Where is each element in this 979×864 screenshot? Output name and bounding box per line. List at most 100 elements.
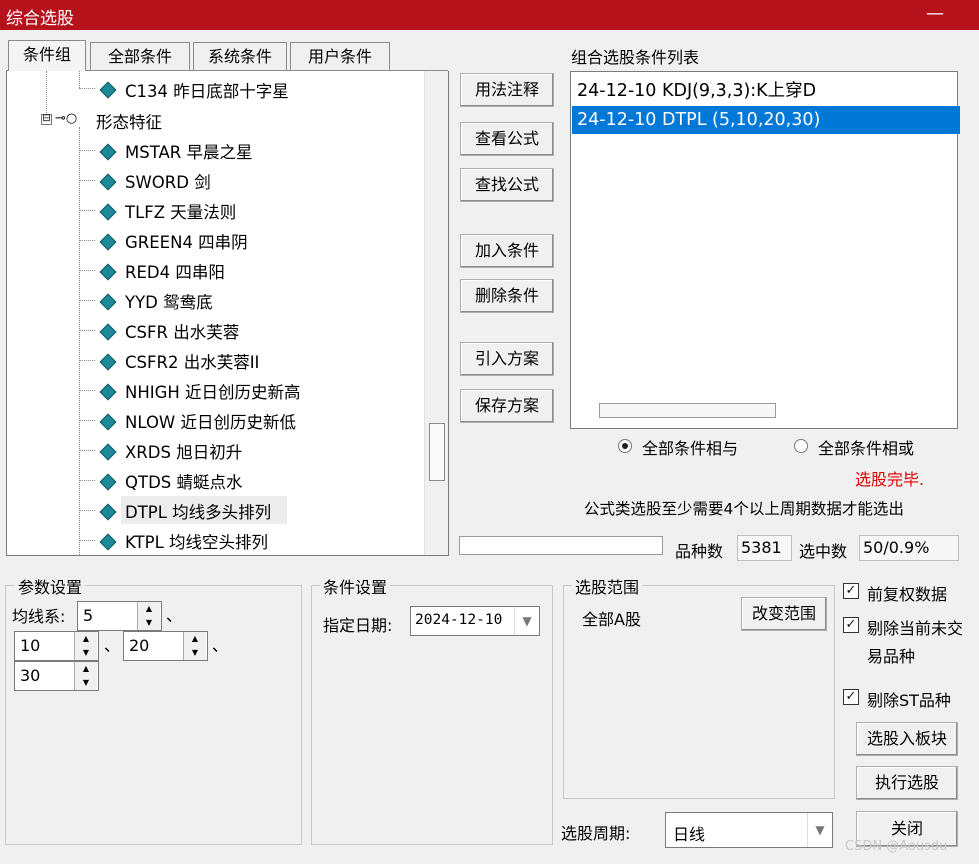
tree-item[interactable]: KTPL 均线空头排列 — [125, 529, 268, 553]
tree-guide-line — [79, 450, 95, 451]
change-range-button[interactable]: 改变范围 — [741, 597, 827, 631]
separator: 、 — [212, 636, 229, 655]
chevron-down-icon[interactable]: ▼ — [184, 646, 206, 660]
tree-item[interactable]: NHIGH 近日创历史新高 — [125, 379, 301, 403]
ma-param-4-stepper[interactable]: 30 ▲ ▼ — [14, 661, 99, 691]
condition-list[interactable]: 24-12-10 KDJ(9,3,3):K上穿D 24-12-10 DTPL (… — [570, 71, 960, 429]
chevron-down-icon[interactable]: ▼ — [514, 607, 539, 635]
tree-guide-line — [79, 127, 80, 555]
save-plan-button[interactable]: 保存方案 — [460, 389, 554, 423]
or-radio-label[interactable]: 全部条件相或 — [818, 435, 914, 459]
ma-param-4-value[interactable]: 30 — [20, 666, 40, 685]
tree-guide-line — [79, 150, 95, 151]
period-select[interactable]: 日线 ▼ — [665, 812, 833, 848]
tab-user-conditions[interactable]: 用户条件 — [290, 42, 390, 71]
chevron-down-icon[interactable]: ▼ — [138, 616, 160, 630]
and-radio-label[interactable]: 全部条件相与 — [642, 435, 738, 459]
condition-tree[interactable]: C134 昨日底部十字星 ⊟ ⊸○ 形态特征 MSTAR 早晨之星 SWORD … — [6, 71, 449, 556]
delete-condition-button[interactable]: 删除条件 — [460, 279, 554, 313]
adjusted-data-checkbox[interactable]: ✓ — [843, 583, 859, 599]
tree-item[interactable]: SWORD 剑 — [125, 169, 211, 193]
chevron-up-icon[interactable]: ▲ — [138, 602, 160, 616]
ma-param-3-value[interactable]: 20 — [129, 636, 149, 655]
tree-item[interactable]: MSTAR 早晨之星 — [125, 139, 253, 163]
progress-fill — [460, 537, 662, 554]
exclude-st-checkbox[interactable]: ✓ — [843, 689, 859, 705]
tree-guide-line — [79, 180, 95, 181]
stepper-buttons[interactable]: ▲ ▼ — [74, 632, 97, 660]
stepper-buttons[interactable]: ▲ ▼ — [183, 632, 206, 660]
usage-button[interactable]: 用法注释 — [460, 73, 554, 107]
status-done: 选股完毕. — [855, 470, 925, 489]
tree-guide-line — [79, 240, 95, 241]
tree-item[interactable]: YYD 鸳鸯底 — [125, 289, 213, 313]
tree-item[interactable]: XRDS 旭日初升 — [125, 439, 242, 463]
ma-param-3-stepper[interactable]: 20 ▲ ▼ — [123, 631, 208, 661]
tree-scroll-thumb[interactable] — [429, 423, 445, 481]
gem-icon — [99, 293, 117, 311]
ma-param-1-value[interactable]: 5 — [83, 606, 93, 625]
tree-branch[interactable]: 形态特征 — [96, 109, 162, 133]
tree-item[interactable]: CSFR 出水芙蓉 — [125, 319, 239, 343]
tree-guide-line — [46, 71, 47, 119]
status-note: 公式类选股至少需要4个以上周期数据才能选出 — [584, 500, 904, 518]
chevron-down-icon[interactable]: ▼ — [75, 676, 97, 690]
chevron-up-icon[interactable]: ▲ — [75, 632, 97, 646]
gem-icon — [99, 173, 117, 191]
date-picker[interactable]: 2024-12-10 ▼ — [410, 606, 540, 636]
find-formula-button[interactable]: 查找公式 — [460, 168, 554, 202]
execute-button[interactable]: 执行选股 — [856, 766, 958, 800]
tree-item[interactable]: NLOW 近日创历史新低 — [125, 409, 296, 433]
tree-item[interactable]: RED4 四串阳 — [125, 259, 225, 283]
tree-scrollbar[interactable] — [424, 71, 448, 555]
tree-item[interactable]: TLFZ 天量法则 — [125, 199, 236, 223]
date-value[interactable]: 2024-12-10 — [415, 612, 502, 628]
watermark: CSDN @Aousdu — [845, 839, 948, 854]
tab-all-conditions[interactable]: 全部条件 — [90, 42, 190, 71]
period-value[interactable]: 日线 — [673, 821, 705, 845]
tree-guide-line — [79, 360, 95, 361]
tree-item[interactable]: C134 昨日底部十字星 — [125, 78, 289, 102]
tree-guide-line — [79, 480, 95, 481]
gem-icon — [99, 503, 117, 521]
and-radio[interactable] — [618, 439, 632, 453]
tab-system-conditions[interactable]: 系统条件 — [193, 42, 287, 71]
ma-param-2-value[interactable]: 10 — [20, 636, 40, 655]
date-label: 指定日期: — [323, 616, 393, 635]
exclude-untraded-checkbox[interactable]: ✓ — [843, 617, 859, 633]
tree-item[interactable]: QTDS 蜻蜓点水 — [125, 469, 243, 493]
ma-param-1-stepper[interactable]: 5 ▲ ▼ — [77, 601, 162, 631]
stepper-buttons[interactable]: ▲ ▼ — [74, 662, 97, 690]
gem-icon — [99, 533, 117, 551]
condition-list-item[interactable]: 24-12-10 KDJ(9,3,3):K上穿D — [572, 77, 960, 105]
to-block-button[interactable]: 选股入板块 — [856, 722, 958, 756]
stepper-buttons[interactable]: ▲ ▼ — [137, 602, 160, 630]
ma-param-2-stepper[interactable]: 10 ▲ ▼ — [14, 631, 99, 661]
tree-guide-line — [79, 420, 95, 421]
adjusted-data-label[interactable]: 前复权数据 — [867, 581, 947, 605]
minimize-button[interactable]: — — [920, 0, 950, 30]
import-plan-button[interactable]: 引入方案 — [460, 342, 554, 376]
or-radio[interactable] — [794, 439, 808, 453]
add-condition-button[interactable]: 加入条件 — [460, 234, 554, 268]
range-group-title: 选股范围 — [572, 574, 643, 598]
tab-condition-group[interactable]: 条件组 — [8, 40, 86, 71]
tree-item-selected[interactable]: DTPL 均线多头排列 — [125, 499, 271, 523]
condition-list-scrollbar[interactable] — [599, 403, 776, 418]
tree-guide-line — [79, 300, 95, 301]
ma-label: 均线系: — [12, 607, 66, 626]
tree-guide-line — [79, 270, 95, 271]
chevron-down-icon[interactable]: ▼ — [807, 813, 832, 847]
exclude-st-label[interactable]: 剔除ST品种 — [867, 687, 951, 711]
chevron-down-icon[interactable]: ▼ — [75, 646, 97, 660]
chevron-up-icon[interactable]: ▲ — [184, 632, 206, 646]
chevron-up-icon[interactable]: ▲ — [75, 662, 97, 676]
tree-item[interactable]: CSFR2 出水芙蓉II — [125, 349, 259, 373]
tree-item[interactable]: GREEN4 四串阴 — [125, 229, 248, 253]
collapse-icon[interactable]: ⊟ — [41, 114, 52, 125]
exclude-untraded-label[interactable]: 剔除当前未交易品种 — [867, 615, 967, 671]
tree-guide-line — [79, 88, 95, 89]
selected-count-value: 50/0.9% — [859, 535, 959, 561]
view-formula-button[interactable]: 查看公式 — [460, 122, 554, 156]
condition-list-item-selected[interactable]: 24-12-10 DTPL (5,10,20,30) — [572, 106, 960, 134]
